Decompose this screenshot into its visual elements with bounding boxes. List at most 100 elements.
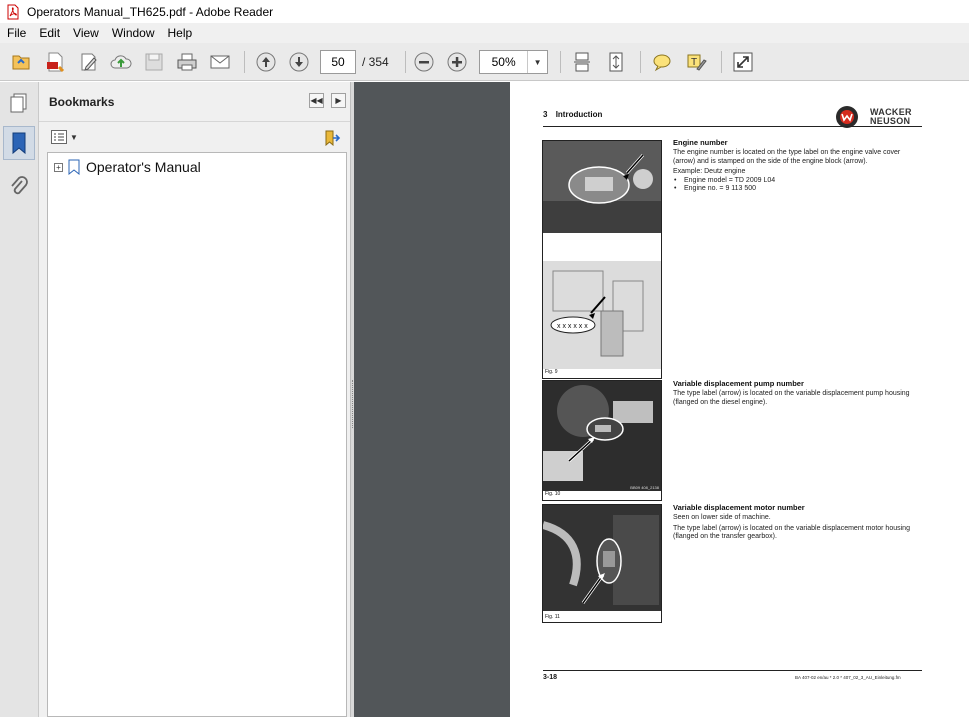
zoom-out-button[interactable] <box>411 50 437 74</box>
pump-photo <box>543 381 661 491</box>
zoom-in-icon <box>447 52 467 72</box>
page-section-heading: 3 Introduction <box>543 110 602 119</box>
brand-mark-icon <box>836 106 858 128</box>
navigation-rail <box>0 82 39 717</box>
engine-block-photo: x x x x x x <box>543 261 661 369</box>
expand-bookmark-button[interactable] <box>323 130 341 151</box>
zoom-select[interactable]: 50% ▼ <box>479 50 548 74</box>
zoom-out-icon <box>414 52 434 72</box>
expand-icon[interactable]: + <box>54 162 63 172</box>
figure-11: Fig. 11 <box>542 504 662 623</box>
open-icon <box>12 55 30 70</box>
footer-rule <box>543 670 922 671</box>
section-heading-motor-number: Variable displacement motor number <box>673 503 805 512</box>
bookmark-item-operators-manual[interactable]: + Operator's Manual <box>54 159 201 175</box>
comment-button[interactable] <box>649 50 675 74</box>
edit-icon <box>81 53 97 71</box>
chevron-down-icon: ▼ <box>70 132 78 142</box>
paragraph: Example: Deutz engine <box>673 168 746 175</box>
edit-button[interactable] <box>76 50 102 74</box>
bookmark-tree: + Operator's Manual <box>47 152 347 717</box>
chevron-down-icon[interactable]: ▼ <box>527 51 547 73</box>
highlight-button[interactable]: T <box>683 50 709 74</box>
figure-caption: Fig. 10 <box>545 491 561 497</box>
open-button[interactable] <box>8 50 34 74</box>
save-icon <box>145 53 163 71</box>
bookmark-options-button[interactable]: ▼ <box>51 130 78 144</box>
next-page-icon <box>289 52 309 72</box>
figure-code: BB09 408_2138 <box>630 485 659 490</box>
paragraph: The type label (arrow) is located on the… <box>673 390 910 406</box>
title-bar: Operators Manual_TH625.pdf - Adobe Reade… <box>0 0 969 23</box>
figure-caption: Fig. 11 <box>545 614 560 620</box>
comment-icon <box>653 54 671 72</box>
menu-help[interactable]: Help <box>163 26 198 40</box>
figure-caption: Fig. 9 <box>545 369 558 375</box>
fit-page-button[interactable] <box>603 50 629 74</box>
email-icon <box>210 55 230 69</box>
section-heading-pump-number: Variable displacement pump number <box>673 379 804 388</box>
bookmark-icon <box>68 159 80 175</box>
section-body-motor-number: Seen on lower side of machine. The type … <box>673 514 913 542</box>
options-menu-icon <box>51 130 67 144</box>
brand-line-2: NEUSON <box>870 116 911 126</box>
highlight-icon: T <box>687 54 707 71</box>
figure-9: x x x x x x Fig. 9 <box>542 140 662 379</box>
motor-photo <box>543 505 661 611</box>
bookmarks-header: Bookmarks <box>39 82 350 122</box>
next-page-button[interactable] <box>286 50 312 74</box>
page-total: / 354 <box>362 55 389 69</box>
page-number-input[interactable]: 50 <box>320 50 356 74</box>
bullet-item: Engine no. = 9 113 500 <box>673 185 913 194</box>
bookmark-label: Operator's Manual <box>86 159 201 175</box>
create-pdf-icon <box>47 52 65 73</box>
scrolling-mode-icon <box>574 52 590 72</box>
create-pdf-button[interactable] <box>42 50 68 74</box>
svg-text:x x x x x x: x x x x x x <box>557 323 588 330</box>
pages-icon <box>10 93 27 113</box>
section-heading-engine-number: Engine number <box>673 138 728 147</box>
scrolling-mode-button[interactable] <box>569 50 595 74</box>
cloud-upload-button[interactable] <box>108 50 134 74</box>
expand-panel-button[interactable]: ▶ <box>331 93 346 108</box>
bookmarks-icon <box>12 132 26 155</box>
section-body-engine-number: The engine number is located on the type… <box>673 149 913 194</box>
window-title: Operators Manual_TH625.pdf - Adobe Reade… <box>27 4 274 19</box>
fullscreen-button[interactable] <box>730 50 756 74</box>
bookmark-goto-icon <box>325 130 341 147</box>
save-button[interactable] <box>141 50 167 74</box>
header-rule <box>543 126 922 127</box>
fit-page-icon <box>609 52 623 72</box>
bullet-item: Engine model = TD 2009 L04 <box>673 177 913 186</box>
paragraph: The engine number is located on the type… <box>673 149 901 165</box>
menu-view[interactable]: View <box>68 26 104 40</box>
paragraph: Seen on lower side of machine. <box>673 514 771 521</box>
print-icon <box>177 53 197 71</box>
section-number: 3 <box>543 110 548 119</box>
attachments-panel-button[interactable] <box>3 170 35 204</box>
page-footer-reference: BA 407-02 en/au * 2.0 * 407_02_3_AU_Einl… <box>795 675 901 680</box>
cloud-upload-icon <box>110 55 132 69</box>
print-button[interactable] <box>174 50 200 74</box>
bookmarks-panel-button[interactable] <box>3 126 35 160</box>
menu-bar: File Edit View Window Help <box>0 23 969 43</box>
previous-page-button[interactable] <box>253 50 279 74</box>
pages-panel-button[interactable] <box>3 86 35 120</box>
previous-page-icon <box>256 52 276 72</box>
menu-file[interactable]: File <box>2 26 31 40</box>
page-footer-number: 3-18 <box>543 674 558 681</box>
section-title: Introduction <box>555 110 603 119</box>
section-body-pump-number: The type label (arrow) is located on the… <box>673 390 913 407</box>
figure-10: BB09 408_2138 Fig. 10 <box>542 380 662 501</box>
bookmarks-panel: Bookmarks ◀◀ ▶ ▼ + Operator's Manual <box>39 82 351 717</box>
bookmarks-title: Bookmarks <box>49 94 115 109</box>
menu-window[interactable]: Window <box>107 26 160 40</box>
fullscreen-icon <box>733 52 753 72</box>
menu-edit[interactable]: Edit <box>34 26 65 40</box>
collapse-panel-button[interactable]: ◀◀ <box>309 93 324 108</box>
adobe-reader-icon <box>7 4 19 19</box>
svg-text:T: T <box>691 57 697 68</box>
email-button[interactable] <box>207 50 233 74</box>
zoom-in-button[interactable] <box>444 50 470 74</box>
zoom-value: 50% <box>491 55 516 69</box>
